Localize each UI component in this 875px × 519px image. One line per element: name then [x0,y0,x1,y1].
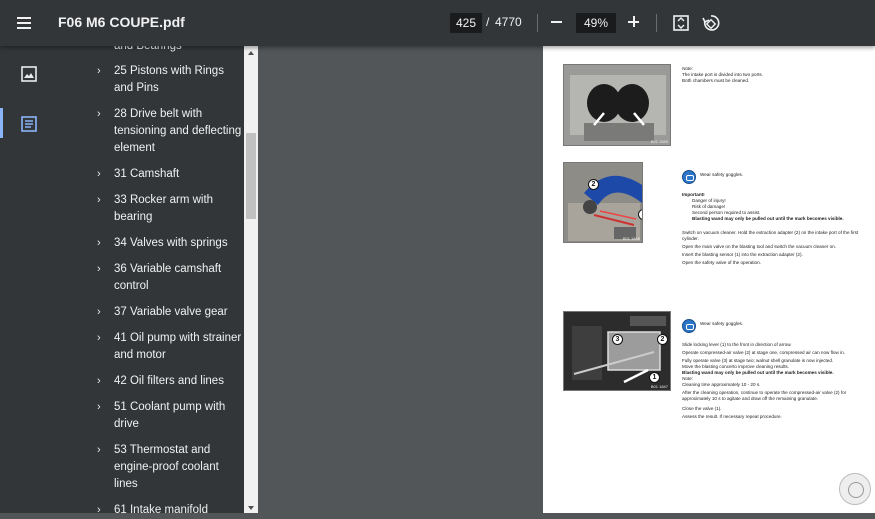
document-outline: and Bearings › 25 Pistons with Rings and… [57,46,244,513]
step-text: Operate compressed-air valve (2) at stag… [682,350,845,355]
outline-item-label: 61 Intake manifold [114,504,208,513]
text-block: Note: The intake port is divided into tw… [682,66,862,84]
pdf-viewer[interactable]: B01 1849 Note: The intake port is divide… [258,46,875,513]
zoom-level-input[interactable]: 49% [576,13,616,33]
chevron-right-icon[interactable]: › [97,65,101,77]
sidebar-rail [0,46,57,513]
chevron-right-icon[interactable]: › [97,194,101,206]
outline-item-label: 51 Coolant pump with drive [114,401,226,430]
callout-number: 1 [649,372,660,383]
callout-number: 1 [638,209,642,220]
warning-text: Wear safety goggles. [700,172,744,177]
fit-page-icon[interactable] [670,12,692,34]
menu-icon[interactable] [13,11,37,35]
outline-item-label: 31 Camshaft [114,168,180,180]
page-number-input[interactable]: 425 [450,13,482,33]
chevron-right-icon[interactable]: › [97,332,101,344]
chevron-right-icon[interactable]: › [97,504,101,513]
toolbar-divider [537,14,538,32]
outline-item-label: 25 Pistons with Rings and Pins [114,65,224,94]
photo-id: B01 1848 [622,236,640,241]
chevron-right-icon[interactable]: › [97,237,101,249]
text-block: Slide locking lever (1) to the front in … [682,342,862,420]
scrollbar-thumb[interactable] [246,133,256,219]
outline-item-label: 41 Oil pump with strainer and motor [114,332,242,361]
step-text: Open the safety valve of the operation. [682,260,761,265]
outline-item-label: 53 Thermostat and engine-proof coolant l… [114,444,219,490]
outline-item-label: 37 Variable valve gear [114,306,228,318]
chevron-right-icon[interactable]: › [97,108,101,120]
document-title: F06 M6 COUPE.pdf [58,14,185,30]
toolbar-divider [656,14,657,32]
safety-goggles-icon [682,319,696,333]
bold-warning: Blasting wand may only be pulled out unt… [692,216,844,221]
step-text: Switch on vacuum cleaner. Hold the extra… [682,230,859,241]
outline-item-label: 28 Drive belt with tensioning and deflec… [114,108,242,154]
chevron-right-icon[interactable]: › [97,401,101,413]
zoom-in-button[interactable] [625,12,643,32]
floating-action-button[interactable] [839,473,871,505]
zoom-out-button[interactable] [548,12,566,32]
chevron-right-icon[interactable]: › [97,263,101,275]
chevron-right-icon[interactable]: › [97,168,101,180]
thumbnails-icon[interactable] [18,63,40,85]
chevron-right-icon[interactable]: › [97,306,101,318]
outline-icon[interactable] [18,113,40,135]
chevron-right-icon[interactable]: › [97,375,101,387]
callout-number: 2 [588,179,599,190]
step-text: Open the main valve on the blasting tool… [682,244,836,249]
callout-number: 3 [612,334,623,345]
page-separator: / [486,15,490,29]
chevron-right-icon[interactable]: › [97,444,101,456]
photo-id: B01 1849 [650,139,668,144]
outline-item-label: 36 Variable camshaft control [114,263,222,292]
pdf-toolbar: F06 M6 COUPE.pdf 425 / 4770 49% [0,0,875,46]
safety-goggles-icon [682,170,696,184]
active-indicator [0,108,3,138]
text-block: Important! Danger of injury! Risk of dam… [682,192,862,266]
callout-number: 2 [657,334,668,345]
scroll-down-arrow[interactable] [246,501,256,513]
warning-text: Wear safety goggles. [700,321,744,326]
step-text: Assess the result. If necessary repeat p… [682,414,782,419]
outline-item-label: 42 Oil filters and lines [114,375,224,387]
text-line: Both chambers must be cleaned. [682,78,750,83]
intake-port-photo: B01 1849 [563,64,671,146]
scroll-up-arrow[interactable] [246,46,256,58]
outline-scrollbar[interactable] [244,46,258,513]
total-pages: 4770 [495,15,522,29]
outline-item-label: and Bearings [114,46,182,52]
outline-item-label: 33 Rocker arm with bearing [114,194,214,223]
blasting-tool-photo: 3 2 1 B01 1847 [563,311,671,391]
step-text: After the cleaning operation, continue t… [682,390,847,401]
photo-id: B01 1847 [650,384,668,389]
outline-item-label: 34 Valves with springs [114,237,228,249]
rotate-icon[interactable] [700,12,722,34]
pdf-page: B01 1849 Note: The intake port is divide… [543,46,875,513]
extraction-adapter-photo: 2 1 B01 1848 [563,162,643,243]
